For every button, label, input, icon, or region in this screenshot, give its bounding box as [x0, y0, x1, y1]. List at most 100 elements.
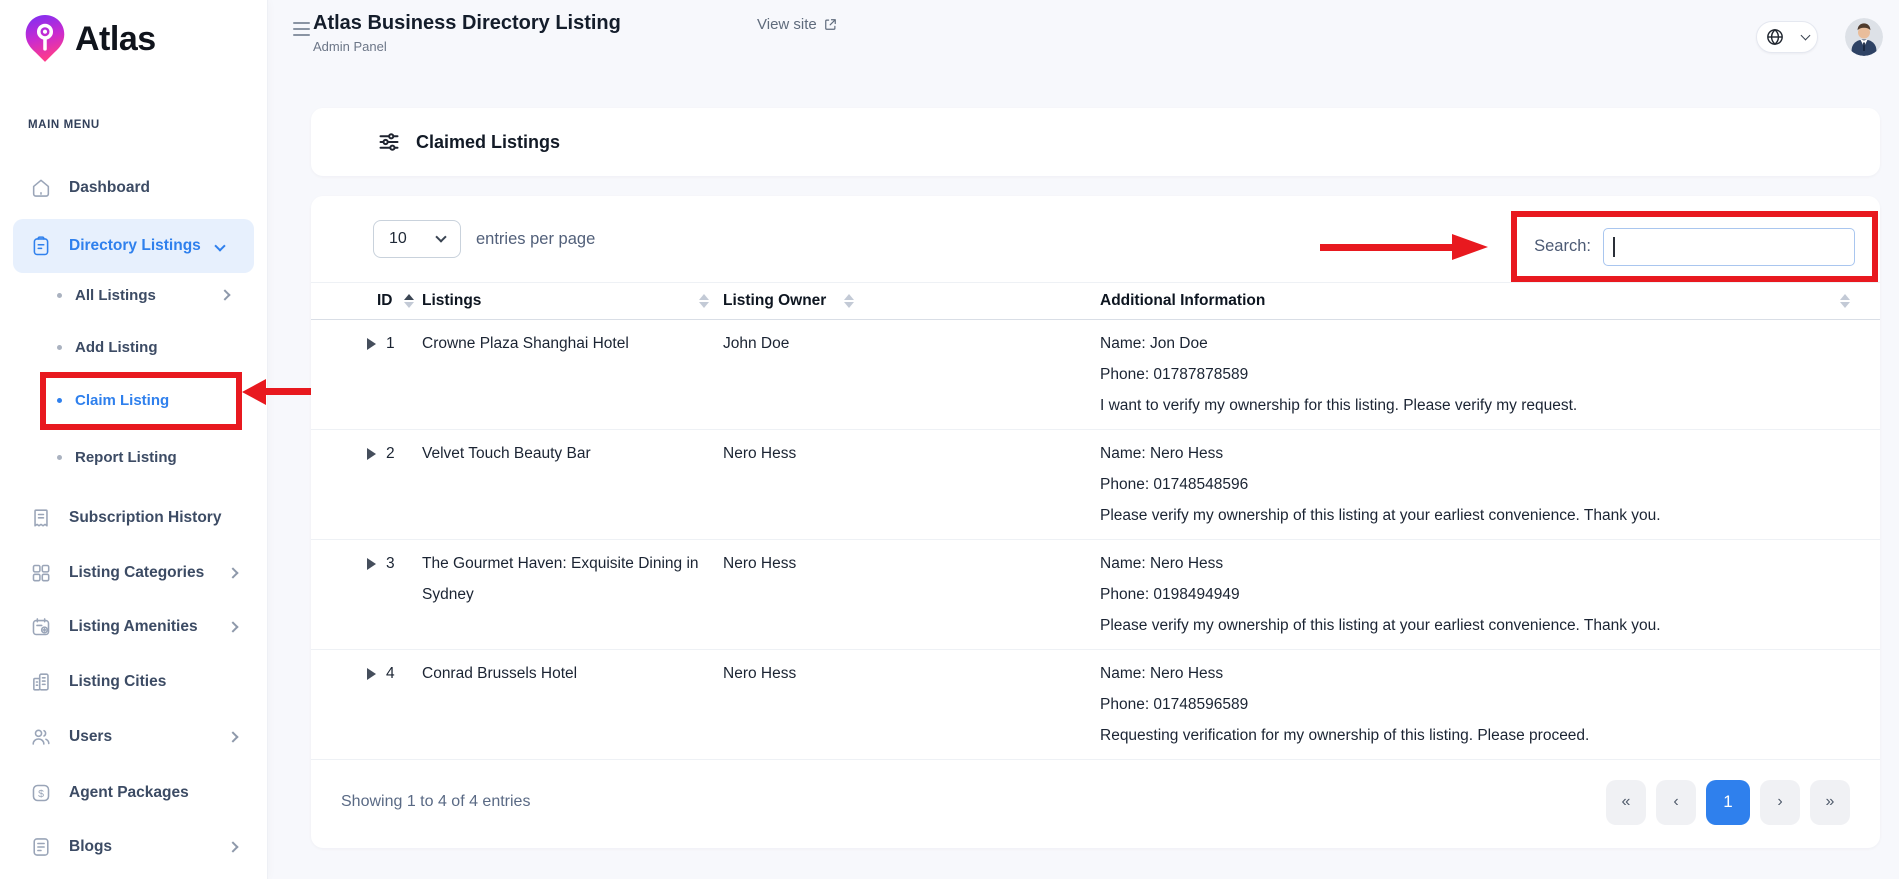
expand-row-icon[interactable]	[367, 338, 376, 350]
sidebar-item-listing-categories[interactable]: Listing Categories	[0, 547, 267, 599]
table-row: 2 Velvet Touch Beauty Bar Nero Hess Name…	[311, 430, 1880, 540]
chevron-down-icon	[435, 231, 446, 242]
view-site-link[interactable]: View site	[757, 16, 838, 33]
column-header-additional-information[interactable]: Additional Information	[1100, 292, 1850, 310]
app-window: Atlas MAIN MENU Dashboard Directory List…	[0, 0, 1899, 879]
sidebar-item-label: Agent Packages	[69, 784, 189, 802]
additional-information: Name: Nero Hess Phone: 0198494949 Please…	[1100, 548, 1850, 641]
sidebar-item-users[interactable]: Users	[0, 711, 267, 763]
building-icon	[30, 671, 52, 693]
sidebar-item-dashboard[interactable]: Dashboard	[0, 162, 267, 214]
sidebar-item-listing-cities[interactable]: Listing Cities	[0, 656, 267, 708]
additional-information: Name: Nero Hess Phone: 01748548596 Pleas…	[1100, 438, 1850, 531]
claimant-name: Name: Nero Hess	[1100, 548, 1850, 579]
claimed-listings-card: 10 entries per page Search: ID Listings	[311, 196, 1880, 848]
pagination-first-button[interactable]: «	[1606, 780, 1646, 825]
bullet-icon	[57, 398, 62, 403]
entries-per-page-label: entries per page	[476, 230, 595, 249]
grid-icon	[30, 562, 52, 584]
sidebar-item-listing-amenities[interactable]: Listing Amenities	[0, 601, 267, 653]
claimant-phone: Phone: 01787878589	[1100, 359, 1850, 390]
sort-icon	[699, 294, 709, 308]
column-label: ID	[377, 292, 393, 310]
claim-message: Requesting verification for my ownership…	[1100, 720, 1850, 751]
expand-row-icon[interactable]	[367, 558, 376, 570]
sidebar-item-directory-listings[interactable]: Directory Listings	[13, 219, 254, 273]
pagination-next-button[interactable]: ›	[1760, 780, 1800, 825]
page-title: Atlas Business Directory Listing	[313, 12, 621, 35]
sidebar-item-report-listing[interactable]: Report Listing	[0, 431, 267, 483]
pagination-last-button[interactable]: »	[1810, 780, 1850, 825]
entries-summary: Showing 1 to 4 of 4 entries	[341, 793, 530, 811]
sidebar-item-label: Claim Listing	[75, 392, 169, 409]
sidebar-item-label: Directory Listings	[69, 237, 201, 255]
listing-name: The Gourmet Haven: Exquisite Dining in S…	[422, 548, 723, 641]
expand-row-icon[interactable]	[367, 448, 376, 460]
view-site-label: View site	[757, 16, 817, 33]
panel-header-card: Claimed Listings	[311, 108, 1880, 176]
table-row: 3 The Gourmet Haven: Exquisite Dining in…	[311, 540, 1880, 650]
column-label: Additional Information	[1100, 292, 1265, 310]
column-header-id[interactable]: ID	[367, 292, 422, 310]
pagination-page-1-button[interactable]: 1	[1706, 780, 1750, 825]
user-avatar[interactable]	[1845, 18, 1883, 56]
brand-name: Atlas	[75, 20, 156, 59]
additional-information: Name: Nero Hess Phone: 01748596589 Reque…	[1100, 658, 1850, 751]
sidebar-item-all-listings[interactable]: All Listings	[0, 269, 267, 321]
language-selector[interactable]	[1756, 21, 1818, 53]
search-input-wrap	[1603, 228, 1855, 266]
sidebar-item-blogs[interactable]: Blogs	[0, 821, 267, 873]
expand-row-icon[interactable]	[367, 668, 376, 680]
pagination: « ‹ 1 › »	[1606, 780, 1850, 825]
search-label: Search:	[1534, 237, 1591, 256]
dollar-icon: $	[30, 782, 52, 804]
sidebar-item-subscription-history[interactable]: Subscription History	[0, 492, 267, 544]
annotation-box-search: Search:	[1511, 211, 1878, 282]
sidebar-item-label: All Listings	[75, 287, 156, 304]
listing-owner: Nero Hess	[723, 438, 1100, 531]
panel-title: Claimed Listings	[416, 132, 560, 153]
svg-text:$: $	[38, 788, 44, 800]
listing-owner: Nero Hess	[723, 658, 1100, 751]
sidebar-item-agent-packages[interactable]: $ Agent Packages	[0, 767, 267, 819]
claim-message: Please verify my ownership of this listi…	[1100, 610, 1850, 641]
sidebar-item-label: Listing Cities	[69, 673, 166, 691]
claimant-name: Name: Jon Doe	[1100, 328, 1850, 359]
page-size-select[interactable]: 10	[373, 220, 461, 258]
sidebar-item-add-listing[interactable]: Add Listing	[0, 321, 267, 373]
pagination-prev-button[interactable]: ‹	[1656, 780, 1696, 825]
home-icon	[30, 177, 52, 199]
listing-owner: John Doe	[723, 328, 1100, 421]
hamburger-menu-icon[interactable]	[293, 22, 310, 36]
globe-icon	[1765, 27, 1785, 47]
bullet-icon	[57, 345, 62, 350]
page-subtitle: Admin Panel	[313, 39, 387, 54]
brand-logo[interactable]: Atlas	[24, 14, 156, 64]
claimant-name: Name: Nero Hess	[1100, 658, 1850, 689]
blog-icon	[30, 836, 52, 858]
sidebar: Atlas MAIN MENU Dashboard Directory List…	[0, 0, 268, 879]
column-label: Listings	[422, 292, 481, 310]
column-header-listings[interactable]: Listings	[422, 292, 723, 310]
sidebar-item-claim-listing[interactable]: Claim Listing	[0, 374, 267, 426]
chevron-right-icon	[227, 731, 238, 742]
table-header-row: ID Listings Listing Owner Additional Inf…	[311, 282, 1880, 320]
clipboard-icon	[30, 235, 52, 257]
row-id: 3	[386, 548, 395, 579]
atlas-pin-icon	[24, 14, 66, 64]
table-footer: Showing 1 to 4 of 4 entries « ‹ 1 › »	[311, 760, 1880, 844]
row-id: 1	[386, 328, 395, 359]
claimant-phone: Phone: 0198494949	[1100, 579, 1850, 610]
page-size-value: 10	[389, 230, 407, 248]
column-header-listing-owner[interactable]: Listing Owner	[723, 292, 1100, 310]
text-cursor	[1613, 237, 1615, 257]
sidebar-item-label: Listing Amenities	[69, 618, 198, 636]
sidebar-item-label: Subscription History	[69, 509, 221, 527]
search-input[interactable]	[1603, 228, 1855, 266]
sidebar-item-label: Blogs	[69, 838, 112, 856]
sidebar-item-label: Dashboard	[69, 179, 150, 197]
row-id: 2	[386, 438, 395, 469]
chevron-down-icon	[1801, 31, 1811, 41]
sidebar-item-label: Listing Categories	[69, 564, 204, 582]
chevron-down-icon	[214, 240, 225, 251]
